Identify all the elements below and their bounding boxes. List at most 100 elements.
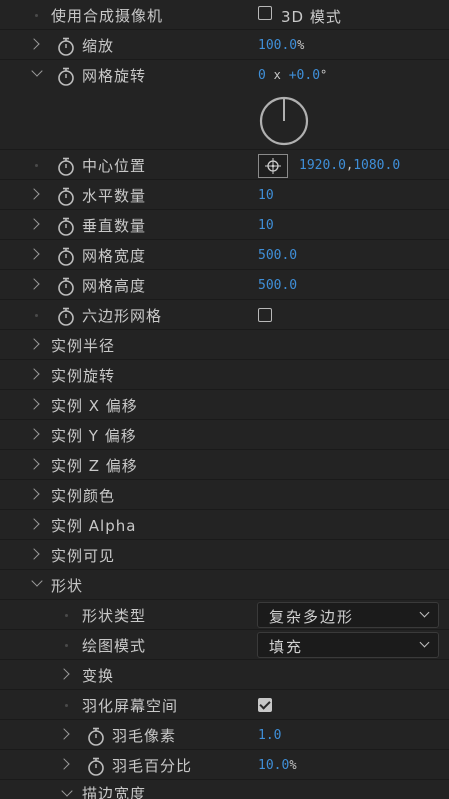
row-instance-rotation[interactable]: 实例旋转 [0, 361, 449, 390]
draw-mode-dropdown[interactable]: 填充 [257, 632, 439, 658]
chevron-right-icon[interactable] [28, 548, 40, 560]
shape-type-label: 形状类型 [82, 607, 147, 625]
feather-pixels-label: 羽毛像素 [112, 727, 177, 745]
feather-percent-value[interactable]: 10.0% [258, 758, 297, 773]
chevron-right-icon[interactable] [28, 518, 40, 530]
chevron-right-icon[interactable] [28, 488, 40, 500]
chevron-right-icon[interactable] [28, 188, 40, 200]
grid-height-value[interactable]: 500.0 [258, 278, 297, 293]
chevron-right-icon[interactable] [58, 728, 70, 740]
chevron-down-icon[interactable] [61, 785, 73, 797]
3d-mode-checkbox[interactable] [258, 6, 272, 20]
row-hex-grid: 六边形网格 [0, 301, 449, 330]
bullet-dot [35, 14, 38, 17]
draw-mode-value: 填充 [269, 638, 304, 656]
stopwatch-icon[interactable] [57, 217, 75, 236]
bullet-dot [65, 644, 68, 647]
stopwatch-icon[interactable] [57, 37, 75, 56]
stopwatch-icon[interactable] [57, 277, 75, 296]
row-feather-pixels: 羽毛像素 1.0 [0, 721, 449, 750]
dial-icon[interactable] [258, 95, 310, 147]
feather-pixels-value[interactable]: 1.0 [258, 728, 281, 743]
stopwatch-icon[interactable] [57, 187, 75, 206]
scale-value[interactable]: 100.0% [258, 38, 304, 53]
hex-grid-checkbox[interactable] [258, 308, 272, 322]
vertical-count-label: 垂直数量 [82, 217, 147, 235]
row-instance-radius[interactable]: 实例半径 [0, 331, 449, 360]
crosshair-icon[interactable] [258, 154, 288, 178]
stroke-width-label: 描边宽度 [82, 785, 147, 799]
chevron-down-icon[interactable] [31, 65, 43, 77]
instance-visible-label: 实例可见 [51, 547, 116, 565]
chevron-right-icon[interactable] [28, 458, 40, 470]
row-stroke-width[interactable]: 描边宽度 [0, 781, 449, 799]
shape-type-dropdown[interactable]: 复杂多边形 [257, 602, 439, 628]
use-camera-label: 使用合成摄像机 [51, 7, 164, 25]
chevron-right-icon[interactable] [28, 338, 40, 350]
chevron-down-icon [419, 637, 430, 648]
instance-y-offset-label: 实例 Y 偏移 [51, 427, 137, 445]
bullet-dot [35, 164, 38, 167]
feather-screen-space-label: 羽化屏幕空间 [82, 697, 179, 715]
row-scale: 缩放 100.0% [0, 31, 449, 60]
row-grid-rotation: 网格旋转 0 x +0.0° [0, 61, 449, 150]
horizontal-count-value[interactable]: 10 [258, 188, 274, 203]
shape-type-value: 复杂多边形 [269, 608, 355, 626]
shape-label: 形状 [51, 577, 84, 595]
grid-rotation-value[interactable]: 0 x +0.0° [258, 68, 327, 83]
row-shape[interactable]: 形状 [0, 571, 449, 600]
row-instance-z-offset[interactable]: 实例 Z 偏移 [0, 451, 449, 480]
row-feather-screen-space: 羽化屏幕空间 [0, 691, 449, 720]
horizontal-count-label: 水平数量 [82, 187, 147, 205]
row-instance-visible[interactable]: 实例可见 [0, 541, 449, 570]
stopwatch-icon[interactable] [57, 247, 75, 266]
chevron-right-icon[interactable] [58, 668, 70, 680]
row-draw-mode: 绘图模式 填充 [0, 631, 449, 660]
transform-label: 变换 [82, 667, 115, 685]
row-shape-type: 形状类型 复杂多边形 [0, 601, 449, 630]
chevron-right-icon[interactable] [28, 368, 40, 380]
row-instance-y-offset[interactable]: 实例 Y 偏移 [0, 421, 449, 450]
row-vertical-count: 垂直数量 10 [0, 211, 449, 240]
chevron-right-icon[interactable] [28, 218, 40, 230]
chevron-right-icon[interactable] [28, 248, 40, 260]
chevron-down-icon[interactable] [31, 575, 43, 587]
bullet-dot [65, 704, 68, 707]
grid-width-value[interactable]: 500.0 [258, 248, 297, 263]
feather-screen-space-checkbox[interactable] [258, 698, 272, 712]
row-feather-percent: 羽毛百分比 10.0% [0, 751, 449, 780]
stopwatch-icon[interactable] [57, 157, 75, 176]
row-use-camera: 使用合成摄像机 3D 模式 [0, 1, 449, 30]
grid-rotation-label: 网格旋转 [82, 67, 147, 85]
chevron-right-icon[interactable] [58, 758, 70, 770]
bullet-dot [35, 314, 38, 317]
chevron-right-icon[interactable] [28, 428, 40, 440]
chevron-right-icon[interactable] [28, 398, 40, 410]
row-instance-color[interactable]: 实例颜色 [0, 481, 449, 510]
row-horizontal-count: 水平数量 10 [0, 181, 449, 210]
chevron-right-icon[interactable] [28, 38, 40, 50]
row-instance-x-offset[interactable]: 实例 X 偏移 [0, 391, 449, 420]
row-instance-alpha[interactable]: 实例 Alpha [0, 511, 449, 540]
stopwatch-icon[interactable] [57, 307, 75, 326]
scale-label: 缩放 [82, 37, 115, 55]
vertical-count-value[interactable]: 10 [258, 218, 274, 233]
center-value[interactable]: 1920.0,1080.0 [299, 158, 400, 173]
instance-rotation-label: 实例旋转 [51, 367, 116, 385]
stopwatch-icon[interactable] [87, 757, 105, 776]
row-grid-width: 网格宽度 500.0 [0, 241, 449, 270]
instance-color-label: 实例颜色 [51, 487, 116, 505]
grid-height-label: 网格高度 [82, 277, 147, 295]
row-center: 中心位置 1920.0,1080.0 [0, 151, 449, 180]
instance-z-offset-label: 实例 Z 偏移 [51, 457, 138, 475]
3d-mode-label: 3D 模式 [281, 8, 342, 26]
feather-percent-label: 羽毛百分比 [112, 757, 193, 775]
chevron-right-icon[interactable] [28, 278, 40, 290]
row-transform[interactable]: 变换 [0, 661, 449, 690]
stopwatch-icon[interactable] [57, 67, 75, 86]
stopwatch-icon[interactable] [87, 727, 105, 746]
instance-radius-label: 实例半径 [51, 337, 116, 355]
row-grid-height: 网格高度 500.0 [0, 271, 449, 300]
effect-controls-panel: 使用合成摄像机 3D 模式 缩放 100.0% 网格旋转 0 x +0.0° 中… [0, 0, 449, 799]
center-label: 中心位置 [82, 157, 147, 175]
